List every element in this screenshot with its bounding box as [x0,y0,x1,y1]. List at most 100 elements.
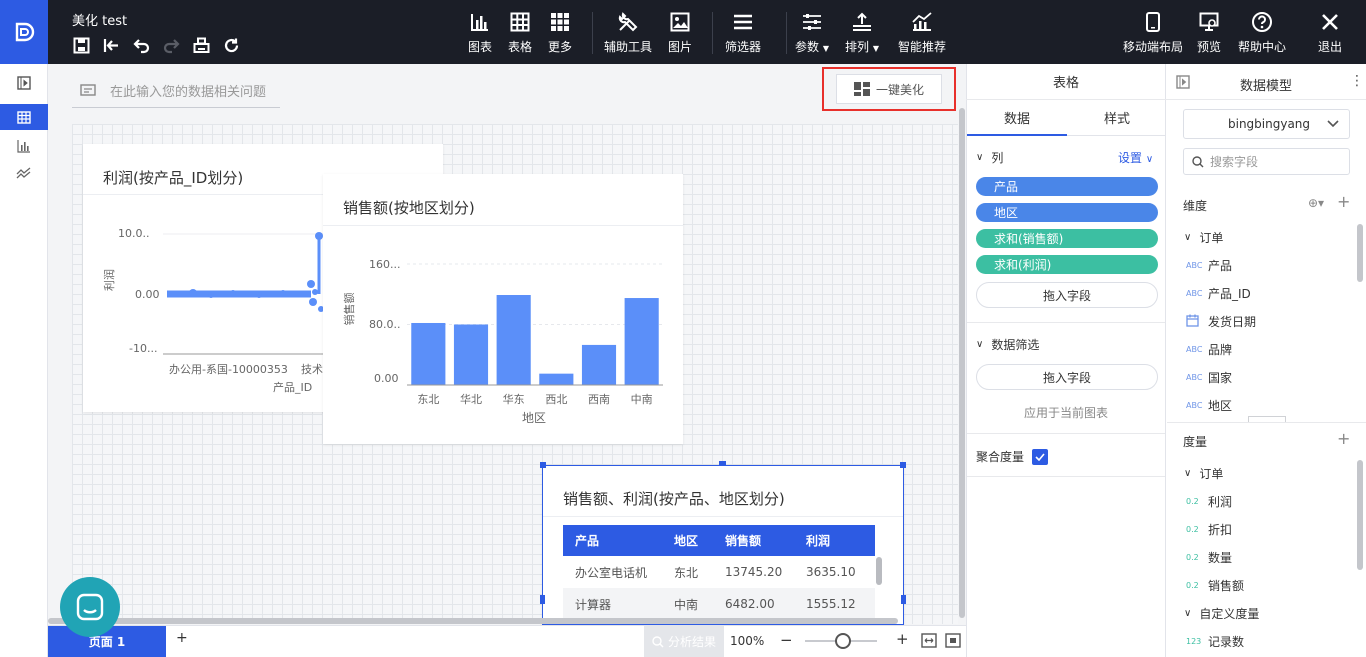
fit-width-icon[interactable] [921,633,937,651]
canvas-horizontal-scrollbar[interactable] [48,618,898,624]
table-cell: 中南 [674,597,699,612]
add-page-button[interactable]: + [176,630,188,646]
rail-chart-icon[interactable] [0,133,48,159]
dimension-field[interactable]: ABC 地区 [1186,397,1232,414]
chevron-down-icon: ∨ [1184,608,1192,619]
filter-dropzone[interactable]: 拖入字段 [976,364,1158,390]
measure-group[interactable]: ∨ 订单 [1184,465,1223,482]
bar-华东 [496,295,531,385]
dimension-field[interactable]: ABC 国家 [1186,369,1232,386]
column-pill[interactable]: 产品 [976,177,1158,196]
table-header-cell[interactable]: 销售额 [713,532,794,549]
rail-table-icon[interactable] [0,104,48,130]
zoom-out-button[interactable]: − [780,631,793,649]
toolbar-divider [712,12,713,54]
column-pill[interactable]: 地区 [976,203,1158,222]
toolbar-filter-button[interactable]: 筛选器 [717,10,769,55]
resize-handle[interactable] [540,595,545,604]
dimension-field[interactable]: 发货日期 [1186,313,1256,330]
one-click-beautify-button[interactable]: 一键美化 [836,74,942,104]
dimensions-scrollbar[interactable] [1357,224,1363,282]
resize-handle[interactable] [540,462,546,468]
measure-field[interactable]: 123 记录数 [1186,633,1244,650]
aggregate-checkbox[interactable] [1032,448,1049,465]
measure-field[interactable]: 0.2 数量 [1186,549,1232,566]
panel-title: 数据模型 [1239,79,1292,94]
table-scrollbar[interactable] [876,557,882,585]
x-tick-label: 技术 [301,363,323,376]
card-divider [543,516,903,517]
column-pill[interactable]: 求和(销售额) [976,229,1158,248]
resize-handle[interactable] [900,462,906,468]
print-icon[interactable] [190,34,212,56]
field-search-input[interactable]: 搜索字段 [1183,148,1350,175]
expand-panel-icon[interactable] [0,70,48,96]
drag-field-dropzone[interactable]: 拖入字段 [976,282,1158,308]
toolbar-arrange-button[interactable]: 排列 ▼ [836,10,888,55]
save-icon[interactable] [70,34,92,56]
measure-field[interactable]: 0.2 折扣 [1186,521,1232,538]
app-logo[interactable] [0,0,48,64]
zoom-in-button[interactable]: + [896,630,909,648]
resize-handle[interactable] [719,461,726,466]
toolbar-label: 预览 [1196,40,1221,54]
exit-button[interactable]: 退出 [1304,10,1356,55]
back-to-start-icon[interactable] [100,34,122,56]
dataset-select[interactable]: bingbingyang [1183,109,1350,139]
table-header-cell[interactable]: 利润 [794,532,875,549]
chat-support-button[interactable] [60,577,120,637]
dimension-field[interactable]: ABC 产品_ID [1186,285,1251,302]
settings-dropdown[interactable]: 设置 ∨ [1118,149,1153,166]
sales-bar-chart-card[interactable]: 销售额(按地区划分) 160... 80.0.. 0.00 销售额 地区 东北华… [323,174,683,444]
field-label: 地区 [1208,399,1233,413]
columns-section-header[interactable]: ∨ 列 [976,149,1003,166]
rail-trend-icon[interactable] [0,160,48,186]
measure-field[interactable]: 0.2 利润 [1186,493,1232,510]
measure-field[interactable]: 0.2 销售额 [1186,577,1244,594]
table-row[interactable]: 计算器 中南 6482.00 1555.12 [563,588,875,620]
canvas-vertical-scrollbar[interactable] [959,108,965,618]
column-pill[interactable]: 求和(利润) [976,255,1158,274]
refresh-icon[interactable] [220,34,242,56]
y-tick-label: -10... [129,342,157,355]
table-cell: 6482.00 [725,597,775,611]
sales-profit-table-card[interactable]: 销售额、利润(按产品、地区划分) 产品 地区 销售额 利润 办公室电话机 东北 … [542,465,904,625]
undo-icon[interactable] [130,34,152,56]
preview-button[interactable]: 预览 [1186,10,1232,55]
analyze-results-button[interactable]: 分析结果 [644,626,724,657]
tab-data[interactable]: 数据 [967,100,1067,136]
toolbar-more-button[interactable]: 更多 [534,10,586,55]
x-tick-label: 华东 [503,392,525,406]
dimension-group[interactable]: ∨ 订单 [1184,229,1223,246]
data-table: 产品 地区 销售额 利润 办公室电话机 东北 13745.20 3635.10 … [563,525,875,620]
number-type-icon: 0.2 [1186,525,1199,534]
help-center-button[interactable]: 帮助中心 [1234,10,1290,55]
text-type-icon: ABC [1186,345,1203,354]
question-input[interactable]: 在此输入您的数据相关问题 [72,74,280,108]
group-label: 自定义度量 [1199,607,1260,621]
table-row[interactable]: 办公室电话机 东北 13745.20 3635.10 [563,556,875,588]
tab-style[interactable]: 样式 [1067,100,1167,136]
toolbar-image-button[interactable]: 图片 [654,10,706,55]
mobile-layout-button[interactable]: 移动端布局 [1121,10,1185,55]
dimension-field[interactable]: ABC 品牌 [1186,341,1232,358]
toolbar-params-button[interactable]: 参数 ▼ [786,10,838,55]
table-header-cell[interactable]: 地区 [662,532,713,549]
aggregate-label: 聚合度量 [976,450,1025,464]
globe-icon[interactable]: ⊕▾ [1308,196,1324,210]
zoom-slider-thumb[interactable] [835,633,851,649]
measures-scrollbar[interactable] [1357,460,1363,570]
custom-measure-group[interactable]: ∨ 自定义度量 [1184,605,1259,622]
resize-handle[interactable] [901,595,906,604]
redo-icon[interactable] [160,34,182,56]
toolbar-recommend-button[interactable]: 智能推荐 [896,10,948,55]
toolbar-tools-button[interactable]: 辅助工具 [602,10,654,55]
close-icon [1322,14,1338,30]
table-header-cell[interactable]: 产品 [563,532,662,549]
data-filter-section-header[interactable]: ∨ 数据筛选 [976,336,1039,353]
more-vertical-icon[interactable]: ⋮ [1350,73,1364,89]
add-dimension-icon[interactable]: + [1337,192,1350,211]
dimension-field[interactable]: ABC 产品 [1186,257,1232,274]
fit-screen-icon[interactable] [945,633,961,651]
add-measure-icon[interactable]: + [1337,429,1350,448]
